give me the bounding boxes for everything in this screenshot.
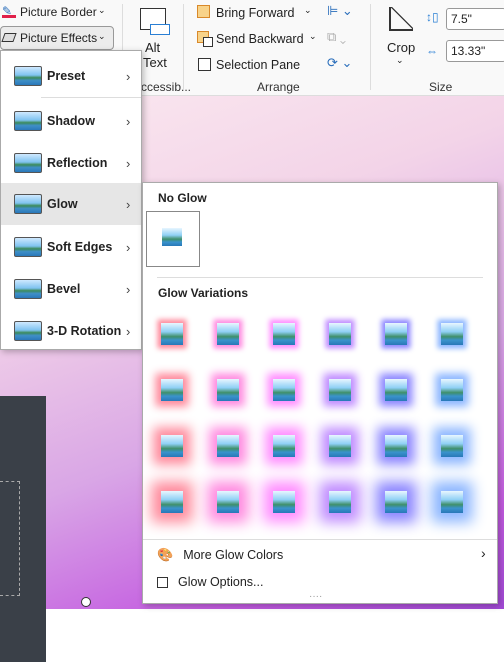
glow-variation-option[interactable]	[441, 435, 463, 457]
glow-variation-option[interactable]	[441, 323, 463, 345]
selection-pane-button[interactable]: Selection Pane	[216, 58, 300, 72]
menu-item-label: Shadow	[47, 114, 95, 128]
glow-variation-option[interactable]	[161, 323, 183, 345]
glow-variation-option[interactable]	[273, 323, 295, 345]
menu-item-3d-rotation[interactable]: 3-D Rotation ›	[1, 311, 141, 351]
chevron-right-icon: ›	[126, 68, 131, 84]
menu-item-label: Glow	[47, 197, 78, 211]
glow-variation-option[interactable]	[385, 379, 407, 401]
alt-text-label: Text	[143, 55, 167, 70]
glow-variation-option[interactable]	[329, 323, 351, 345]
shadow-icon	[14, 111, 42, 131]
resize-handle[interactable]	[81, 597, 91, 607]
chevron-down-icon: ⌄	[98, 5, 106, 15]
more-glow-colors-label: More Glow Colors	[183, 548, 284, 562]
reflection-icon	[14, 153, 42, 173]
bring-forward-icon	[197, 5, 210, 18]
picture-icon	[162, 228, 182, 246]
selection-pane-icon	[198, 58, 211, 71]
picture-effects-label: Picture Effects	[20, 31, 98, 45]
chevron-right-icon: ›	[126, 113, 131, 129]
more-glow-colors-item[interactable]: 🎨 More Glow Colors	[157, 547, 283, 563]
chevron-right-icon: ›	[126, 239, 131, 255]
glow-variation-option[interactable]	[161, 491, 183, 513]
resize-grip-icon[interactable]: ····	[309, 591, 322, 602]
glow-options-item[interactable]: Glow Options...	[157, 575, 263, 589]
menu-item-label: 3-D Rotation	[47, 324, 122, 338]
rotate-icon[interactable]: ⟳ ⌄	[327, 55, 352, 71]
chevron-down-icon: ⌄	[396, 55, 404, 65]
no-glow-header: No Glow	[158, 191, 207, 205]
glow-variation-option[interactable]	[273, 379, 295, 401]
chevron-down-icon[interactable]: ⌄	[309, 31, 317, 42]
glow-variation-option[interactable]	[385, 491, 407, 513]
menu-item-label: Preset	[47, 69, 86, 83]
send-backward-button[interactable]: Send Backward	[216, 32, 304, 46]
glow-variation-option[interactable]	[385, 435, 407, 457]
height-icon: ↕▯	[426, 10, 439, 24]
preset-icon	[14, 66, 42, 86]
glow-variation-option[interactable]	[217, 435, 239, 457]
glow-variation-option[interactable]	[329, 491, 351, 513]
bring-forward-button[interactable]: Bring Forward	[216, 6, 295, 20]
checkbox-icon	[157, 576, 168, 588]
align-icon[interactable]: ⊫ ⌄	[327, 3, 353, 19]
glow-variation-option[interactable]	[441, 379, 463, 401]
chevron-right-icon: ›	[126, 281, 131, 297]
crop-button[interactable]: Crop	[387, 40, 415, 55]
menu-item-glow[interactable]: Glow ›	[1, 183, 141, 225]
glow-variation-option[interactable]	[385, 323, 407, 345]
crop-icon	[389, 7, 413, 31]
arrange-group-label: Arrange	[257, 80, 300, 94]
menu-item-label: Bevel	[47, 282, 81, 296]
menu-item-reflection[interactable]: Reflection ›	[1, 143, 141, 183]
group-icon: ⧉ ⌄	[327, 29, 347, 44]
glow-variation-option[interactable]	[217, 379, 239, 401]
chevron-down-icon[interactable]: ⌄	[304, 5, 312, 16]
height-field[interactable]: 7.5"	[446, 8, 504, 30]
alt-text-box	[150, 24, 170, 35]
picture-border-button[interactable]: Picture Border	[20, 5, 97, 19]
menu-item-label: Reflection	[47, 156, 108, 170]
glow-variation-option[interactable]	[273, 435, 295, 457]
picture-border-icon: ✎	[2, 4, 16, 18]
placeholder-border	[0, 481, 20, 596]
chevron-right-icon: ›	[126, 323, 131, 339]
bevel-icon	[14, 279, 42, 299]
glow-variation-option[interactable]	[217, 491, 239, 513]
menu-item-soft-edges[interactable]: Soft Edges ›	[1, 227, 141, 267]
width-field[interactable]: 13.33"	[446, 40, 504, 62]
menu-item-bevel[interactable]: Bevel ›	[1, 269, 141, 309]
glow-variation-option[interactable]	[273, 491, 295, 513]
glow-variation-option[interactable]	[217, 323, 239, 345]
soft-edges-icon	[14, 237, 42, 257]
menu-item-shadow[interactable]: Shadow ›	[1, 101, 141, 141]
width-icon: ⇔	[426, 44, 438, 58]
alt-text-button[interactable]: Alt	[145, 40, 160, 55]
menu-item-label: Soft Edges	[47, 240, 113, 254]
glow-variation-option[interactable]	[161, 435, 183, 457]
send-backward-icon-front	[203, 37, 213, 47]
chevron-down-icon: ⌄	[98, 31, 106, 41]
3d-rotation-icon	[14, 321, 42, 341]
glow-variation-option[interactable]	[441, 491, 463, 513]
glow-submenu: No Glow Glow Variations 🎨 More Glow Color…	[142, 182, 498, 604]
glow-variation-option[interactable]	[161, 379, 183, 401]
glow-variation-option[interactable]	[329, 379, 351, 401]
glow-icon	[14, 194, 42, 214]
glow-options-label: Glow Options...	[178, 575, 264, 589]
menu-item-preset[interactable]: Preset ›	[1, 56, 141, 96]
palette-icon: 🎨	[157, 547, 174, 562]
chevron-right-icon: ›	[481, 545, 486, 561]
size-group-label: Size	[429, 80, 453, 94]
glow-variations-header: Glow Variations	[158, 286, 249, 300]
picture-effects-menu: Preset › Shadow › Reflection › Glow › Soft E…	[0, 50, 142, 350]
chevron-right-icon: ›	[126, 155, 131, 171]
chevron-right-icon: ›	[126, 196, 131, 212]
no-glow-option[interactable]	[146, 211, 200, 267]
glow-variation-option[interactable]	[329, 435, 351, 457]
